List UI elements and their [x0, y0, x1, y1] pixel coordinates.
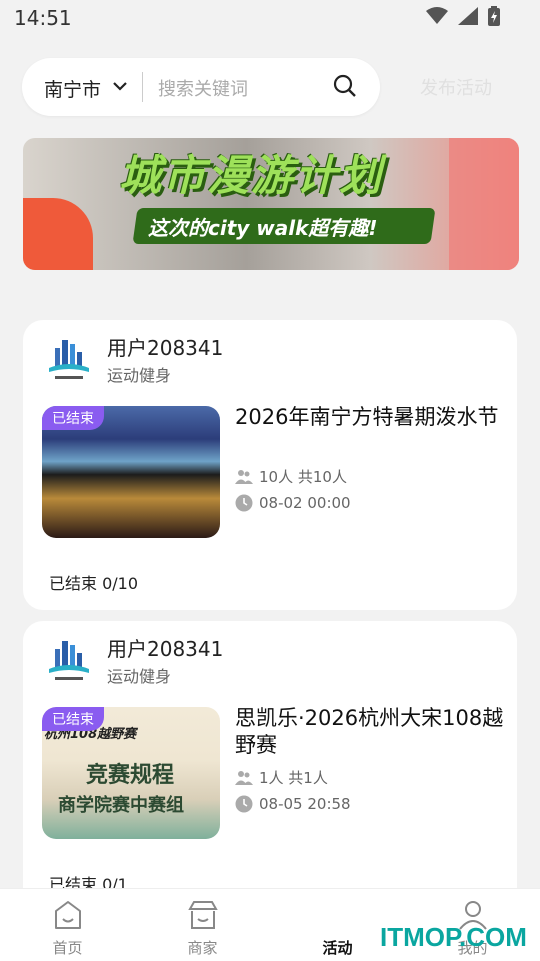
event-date-text: 08-02 00:00	[259, 494, 351, 512]
banner-decoration	[449, 138, 519, 270]
event-date: 08-02 00:00	[235, 494, 351, 512]
category: 运动健身	[107, 366, 172, 385]
status-time: 14:51	[14, 6, 72, 30]
search-icon[interactable]	[332, 73, 358, 99]
event-title[interactable]: 2026年南宁方特暑期泼水节	[235, 404, 505, 431]
poster-heading: 竞赛规程	[86, 763, 175, 788]
store-icon	[187, 901, 218, 929]
tab-label: 首页	[52, 939, 83, 957]
activity-thumbnail[interactable]: 杭州108越野赛 竞赛规程 商学院赛中赛组 已结束	[42, 707, 220, 839]
username: 用户208341	[107, 637, 224, 661]
participants-count: 1人 共1人	[259, 769, 328, 787]
participants: 10人 共10人	[235, 466, 347, 487]
battery-icon	[488, 6, 500, 26]
avatar	[49, 641, 89, 680]
activity-thumbnail[interactable]: 已结束	[42, 406, 220, 538]
publish-activity-button[interactable]: 发布活动	[420, 74, 492, 100]
status-bar: 14:51	[0, 0, 540, 36]
search-bar: 南宁市 搜索关键词	[22, 58, 380, 116]
signal-icon	[458, 7, 478, 25]
banner-decoration	[23, 198, 93, 270]
search-input[interactable]: 搜索关键词	[158, 75, 248, 101]
status-icons	[426, 6, 500, 26]
event-title[interactable]: 思凯乐·2026杭州大宋108越野赛	[235, 705, 505, 759]
event-date-text: 08-05 20:58	[259, 795, 351, 813]
people-icon	[235, 469, 253, 484]
clock-icon	[235, 795, 253, 813]
poster-subheading: 商学院赛中赛组	[58, 795, 184, 816]
watermark: ITMOP.COM	[380, 922, 527, 952]
event-status: 已结束 0/10	[49, 574, 139, 593]
chevron-down-icon[interactable]	[112, 80, 128, 92]
ended-tag: 已结束	[42, 707, 104, 731]
avatar	[49, 340, 89, 379]
participants-count: 10人 共10人	[259, 468, 347, 486]
banner-title: 城市漫游计划	[119, 151, 384, 200]
banner[interactable]: 城市漫游计划 这次的city walk超有趣!	[23, 138, 519, 270]
category: 运动健身	[107, 667, 172, 686]
wifi-icon	[426, 7, 448, 24]
tab-merchants[interactable]: 商家	[135, 889, 270, 961]
home-icon	[54, 901, 81, 929]
tab-label: 商家	[187, 939, 218, 957]
activity-card[interactable]: 用户208341 运动健身 已结束 2026年南宁方特暑期泼水节 10人 共10…	[23, 320, 517, 610]
city-selector[interactable]: 南宁市	[44, 75, 101, 102]
activity-card[interactable]: 用户208341 运动健身 杭州108越野赛 竞赛规程 商学院赛中赛组 已结束 …	[23, 621, 517, 911]
divider	[142, 72, 143, 102]
username: 用户208341	[107, 336, 224, 360]
banner-subtitle: 这次的city walk超有趣!	[148, 216, 378, 240]
tab-home[interactable]: 首页	[0, 889, 135, 961]
clock-icon	[235, 494, 253, 512]
people-icon	[235, 770, 253, 785]
ended-tag: 已结束	[42, 406, 104, 430]
event-date: 08-05 20:58	[235, 795, 351, 813]
participants: 1人 共1人	[235, 767, 328, 788]
